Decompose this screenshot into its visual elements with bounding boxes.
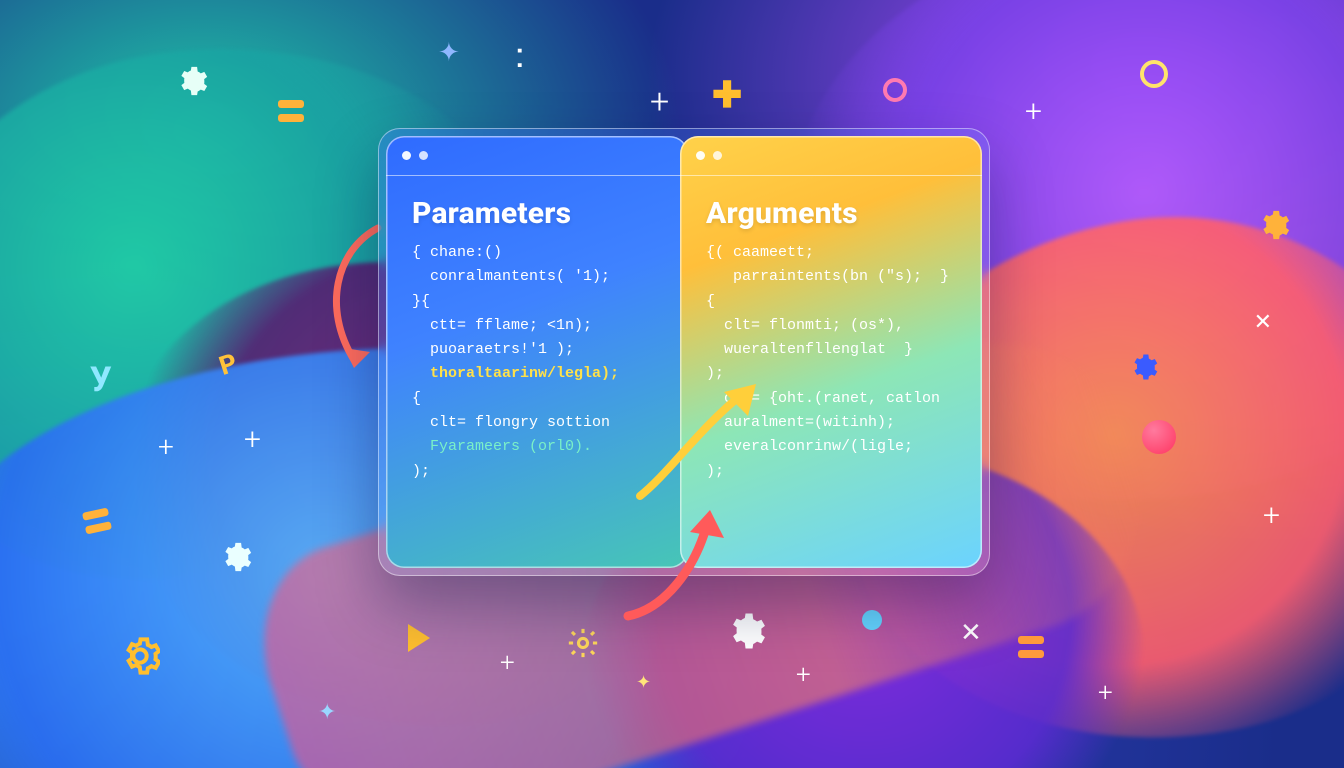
gear-icon [1256, 208, 1290, 242]
code-line: parraintents(bn ("s); } [706, 265, 956, 289]
window-titlebar [386, 136, 688, 176]
code-block: { chane:() conralmantents( '1); }{ ctt= … [386, 241, 688, 502]
code-line: conralmantents( '1); [412, 265, 662, 289]
code-line: { chane:() [412, 241, 662, 265]
code-line: thoraltaarinw/legla); [412, 362, 662, 386]
times-icon: ✕ [1254, 310, 1272, 335]
traffic-light-icon [696, 151, 705, 160]
code-line: ); [706, 362, 956, 386]
gear-icon [1128, 352, 1158, 382]
arguments-window: Arguments {( caameett; parraintents(bn (… [680, 136, 982, 568]
times-icon: ✕ [960, 618, 982, 648]
code-line: wueraltenfllenglat } [706, 338, 956, 362]
gear-icon [120, 636, 160, 676]
plus-bold-icon: ✚ [712, 74, 742, 116]
plus-icon: + [650, 82, 669, 122]
y-glyph-icon: У [90, 360, 112, 400]
triangle-icon [408, 624, 430, 652]
code-line: { [706, 290, 956, 314]
window-title: Arguments [680, 176, 982, 241]
code-line: everalconrinw/(ligle; [706, 435, 956, 459]
code-line: }{ [412, 290, 662, 314]
traffic-light-icon [419, 151, 428, 160]
parameters-window: Parameters { chane:() conralmantents( '1… [386, 136, 688, 568]
traffic-light-icon [402, 151, 411, 160]
plus-icon: + [1098, 678, 1113, 708]
window-title: Parameters [386, 176, 688, 241]
plus-icon: + [158, 430, 174, 463]
window-group: Parameters { chane:() conralmantents( '1… [378, 128, 990, 576]
gear-icon [174, 64, 208, 98]
code-line: auralment=(witinh); [706, 411, 956, 435]
equals-icon [1018, 636, 1044, 658]
dots-icon: ⠅ [514, 46, 533, 76]
gear-icon [566, 626, 600, 660]
illustration-stage: ✦ ⠅ + ✚ + У + + P ✦ + ✦ + ✕ + + ✕ [0, 0, 1344, 768]
sparkle-icon: ✦ [636, 672, 651, 693]
plus-icon: + [500, 648, 515, 678]
code-line: ); [412, 460, 662, 484]
code-line: {( caameett; [706, 241, 956, 265]
plus-icon: + [244, 422, 261, 457]
code-line: puoaraetrs!'1 ); [412, 338, 662, 362]
dot-icon [862, 610, 882, 630]
code-line: ); [706, 460, 956, 484]
code-line: clt= flonmti; (os*), [706, 314, 956, 338]
code-line: clt= {oht.(ranet, catlon [706, 387, 956, 411]
gear-icon [218, 540, 252, 574]
window-titlebar [680, 136, 982, 176]
plus-icon: + [796, 660, 811, 690]
gear-icon [724, 610, 766, 652]
code-line: { [412, 387, 662, 411]
circle-outline-icon [883, 78, 907, 102]
equals-icon [278, 100, 304, 122]
plus-icon: ✦ [438, 38, 460, 68]
code-line: clt= flongry sottion [412, 411, 662, 435]
plus-icon: + [1025, 94, 1042, 129]
circle-outline-icon [1140, 60, 1168, 88]
code-line: Fyarameers (orl0). [412, 435, 662, 459]
code-line: ctt= fflame; <1n); [412, 314, 662, 338]
code-block: {( caameett; parraintents(bn ("s); } { c… [680, 241, 982, 502]
plus-icon: + [1263, 498, 1280, 533]
traffic-light-icon [713, 151, 722, 160]
sparkle-icon: ✦ [318, 700, 336, 725]
dot-icon [1142, 420, 1176, 454]
